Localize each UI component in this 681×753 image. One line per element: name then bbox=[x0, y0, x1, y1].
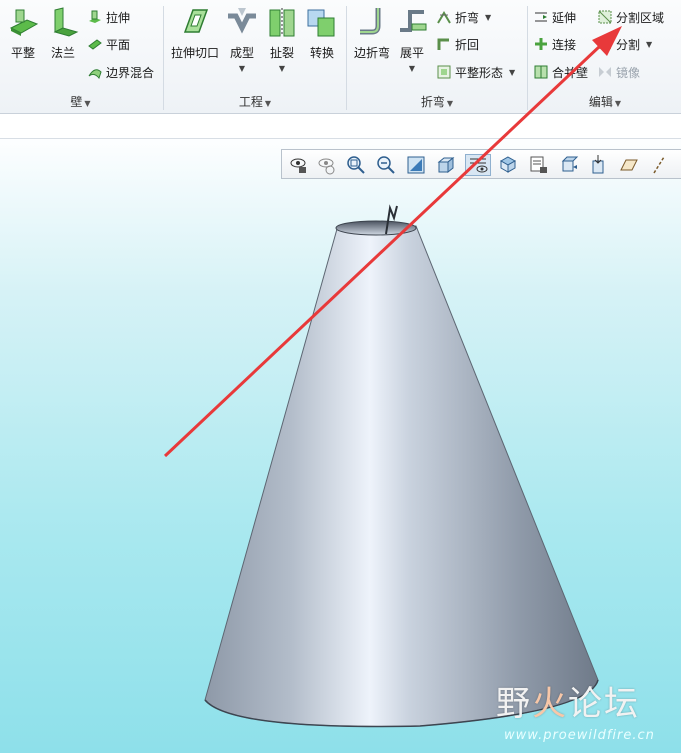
cone-top-opening bbox=[335, 220, 417, 236]
cone-surface bbox=[204, 225, 599, 727]
watermark-logo-text: 野火论坛 bbox=[496, 684, 640, 724]
forum-watermark: 野火论坛 www.proewildfire.cn bbox=[496, 676, 676, 748]
watermark-url: www.proewildfire.cn bbox=[504, 728, 655, 743]
cone-model[interactable] bbox=[204, 204, 599, 728]
model-scene bbox=[163, 26, 622, 728]
